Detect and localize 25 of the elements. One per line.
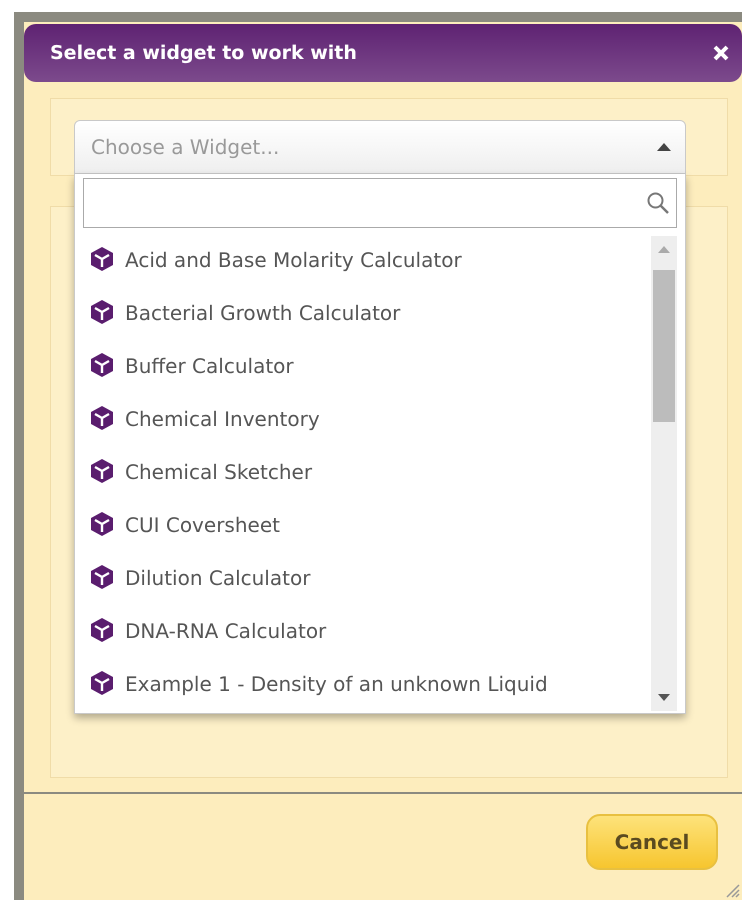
cube-icon (89, 405, 115, 431)
option-label[interactable]: Bacterial Growth Calculator (125, 301, 400, 325)
cube-icon (89, 458, 115, 484)
search-icon (646, 191, 670, 215)
option-label[interactable]: CUI Coversheet (125, 513, 280, 537)
close-icon[interactable] (712, 44, 730, 62)
option-label[interactable]: DNA-RNA Calculator (125, 619, 326, 643)
search-field[interactable] (83, 178, 677, 228)
cube-icon (89, 617, 115, 643)
resize-grip-icon[interactable] (724, 882, 740, 898)
option-label[interactable]: Dilution Calculator (125, 566, 310, 590)
cancel-button[interactable]: Cancel (586, 814, 718, 870)
option-label[interactable]: Buffer Calculator (125, 354, 294, 378)
cube-icon (89, 352, 115, 378)
scrollbar[interactable] (651, 236, 677, 711)
cube-icon (89, 299, 115, 325)
option-label[interactable]: Chemical Inventory (125, 407, 320, 431)
option-label[interactable]: Chemical Sketcher (125, 460, 312, 484)
cube-icon (89, 564, 115, 590)
cube-icon (89, 246, 115, 272)
cube-icon (89, 670, 115, 696)
option-label[interactable]: Example 1 - Density of an unknown Liquid (125, 672, 548, 696)
cube-icon (89, 511, 115, 537)
option-label[interactable]: Acid and Base Molarity Calculator (125, 248, 462, 272)
dialog-title: Select a widget to work with (50, 42, 357, 64)
